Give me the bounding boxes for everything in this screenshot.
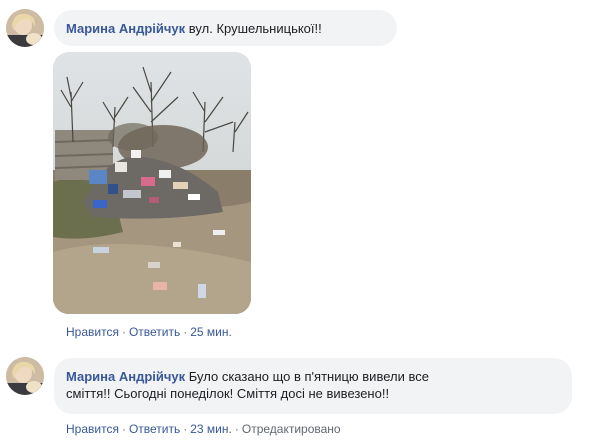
comment-actions: Нравится · Ответить · 25 мин. (66, 324, 232, 340)
avatar[interactable] (6, 9, 44, 47)
attached-photo[interactable] (53, 52, 251, 314)
author-name[interactable]: Марина Андрійчук (66, 369, 185, 384)
comment-text: вул. Крушельницької!! (188, 21, 322, 36)
comment-text-line1: Було сказано що в п'ятницю вивели все (188, 369, 429, 384)
separator: · (121, 422, 126, 436)
timestamp-link[interactable]: 23 мин. (190, 422, 232, 436)
like-link[interactable]: Нравится (66, 422, 119, 436)
author-name[interactable]: Марина Андрійчук (66, 21, 185, 36)
garbage-pile-photo-icon (53, 52, 251, 314)
avatar[interactable] (6, 357, 44, 395)
timestamp-link[interactable]: 25 мин. (190, 325, 232, 339)
separator: · (183, 422, 188, 436)
edited-label[interactable]: Отредактировано (242, 422, 341, 436)
separator: · (234, 422, 239, 436)
separator: · (121, 325, 126, 339)
comment-text-line2: сміття!! Сьогодні понеділок! Сміття досі… (66, 386, 390, 401)
like-link[interactable]: Нравится (66, 325, 119, 339)
comment-actions: Нравится · Ответить · 23 мин. · Отредактирован… (66, 421, 341, 437)
separator: · (183, 325, 188, 339)
profile-photo-icon (6, 9, 44, 47)
comment-bubble: Марина Андрійчук Було сказано що в п'ятн… (54, 358, 572, 414)
reply-link[interactable]: Ответить (129, 325, 180, 339)
reply-link[interactable]: Ответить (129, 422, 180, 436)
comment-bubble: Марина Андрійчук вул. Крушельницької!! (54, 10, 397, 46)
profile-photo-icon (6, 357, 44, 395)
